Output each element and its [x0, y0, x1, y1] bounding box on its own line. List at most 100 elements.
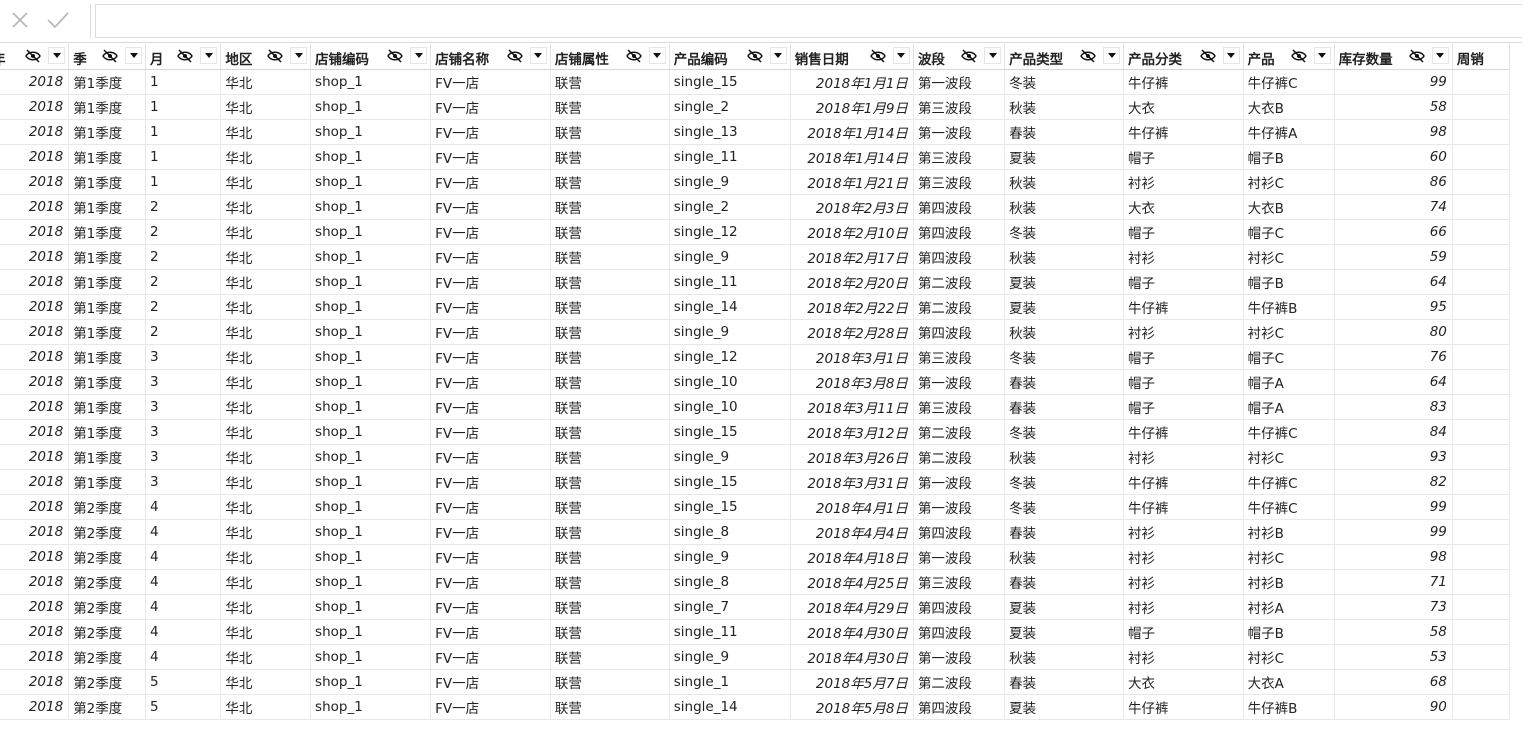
cell-year[interactable]: 2018	[0, 594, 70, 620]
cell-shop_type[interactable]: 联营	[550, 494, 670, 520]
cell-product_category[interactable]: 帽子	[1123, 369, 1244, 395]
cell-shop_type[interactable]: 联营	[550, 394, 670, 420]
cell-sale_date[interactable]: 2018年2月17日	[790, 244, 914, 270]
cell-week[interactable]	[1452, 244, 1511, 270]
cell-product[interactable]: 大衣A	[1243, 669, 1335, 695]
cell-region[interactable]: 华北	[220, 194, 312, 220]
cell-shop_type[interactable]: 联营	[550, 594, 670, 620]
cell-product[interactable]: 衬衫B	[1243, 519, 1335, 545]
cell-shop_code[interactable]: shop_1	[310, 569, 432, 595]
cell-stock_qty[interactable]: 83	[1334, 394, 1453, 420]
cell-region[interactable]: 华北	[220, 119, 312, 145]
cell-shop_code[interactable]: shop_1	[310, 69, 432, 95]
cell-month[interactable]: 2	[145, 219, 222, 245]
cell-product[interactable]: 衬衫A	[1243, 594, 1335, 620]
cell-product_type[interactable]: 冬装	[1004, 419, 1124, 445]
cell-season[interactable]: 第1季度	[68, 244, 147, 270]
cell-product[interactable]: 牛仔裤B	[1243, 694, 1335, 720]
cell-stock_qty[interactable]: 73	[1334, 594, 1453, 620]
cell-week[interactable]	[1452, 69, 1511, 95]
cell-product_category[interactable]: 牛仔裤	[1123, 419, 1244, 445]
cell-sale_date[interactable]: 2018年3月1日	[790, 344, 914, 370]
cell-shop_code[interactable]: shop_1	[310, 544, 432, 570]
cell-sale_date[interactable]: 2018年1月14日	[790, 119, 914, 145]
cell-shop_code[interactable]: shop_1	[310, 319, 432, 345]
cell-product_code[interactable]: single_15	[669, 469, 791, 495]
cell-region[interactable]: 华北	[220, 669, 312, 695]
cell-product_category[interactable]: 衬衫	[1123, 594, 1244, 620]
cell-product_type[interactable]: 夏装	[1004, 594, 1124, 620]
eye-slash-icon[interactable]	[1080, 49, 1096, 63]
cell-sale_date[interactable]: 2018年3月8日	[790, 369, 914, 395]
cell-season[interactable]: 第2季度	[68, 694, 147, 720]
cell-stock_qty[interactable]: 99	[1334, 494, 1453, 520]
cell-product_code[interactable]: single_11	[669, 269, 791, 295]
cell-product[interactable]: 衬衫C	[1243, 169, 1335, 195]
cell-month[interactable]: 2	[145, 319, 222, 345]
filter-dropdown-button[interactable]	[125, 47, 143, 64]
cell-region[interactable]: 华北	[220, 219, 312, 245]
cell-product_category[interactable]: 帽子	[1123, 269, 1244, 295]
cell-shop_type[interactable]: 联营	[550, 569, 670, 595]
cell-stock_qty[interactable]: 80	[1334, 319, 1453, 345]
cell-stock_qty[interactable]: 84	[1334, 419, 1453, 445]
cell-shop_code[interactable]: shop_1	[310, 394, 432, 420]
cell-wave[interactable]: 第一波段	[913, 119, 1006, 145]
cell-product[interactable]: 牛仔裤C	[1243, 469, 1335, 495]
cell-product_type[interactable]: 春装	[1004, 669, 1124, 695]
cell-product_category[interactable]: 帽子	[1123, 394, 1244, 420]
cell-product_type[interactable]: 冬装	[1004, 219, 1124, 245]
cell-shop_type[interactable]: 联营	[550, 669, 670, 695]
cell-product[interactable]: 牛仔裤A	[1243, 119, 1335, 145]
cell-stock_qty[interactable]: 53	[1334, 644, 1453, 670]
eye-slash-icon[interactable]	[1199, 49, 1216, 63]
cell-month[interactable]: 2	[145, 194, 222, 220]
cell-product[interactable]: 衬衫C	[1243, 244, 1335, 270]
cell-season[interactable]: 第2季度	[68, 594, 147, 620]
cell-shop_type[interactable]: 联营	[550, 169, 670, 195]
cell-shop_type[interactable]: 联营	[550, 519, 670, 545]
eye-slash-icon[interactable]	[746, 49, 763, 63]
filter-dropdown-button[interactable]	[410, 47, 428, 64]
cell-week[interactable]	[1452, 594, 1511, 620]
filter-dropdown-button[interactable]	[529, 47, 547, 64]
cell-product_category[interactable]: 牛仔裤	[1123, 469, 1244, 495]
cell-week[interactable]	[1452, 119, 1511, 145]
cell-week[interactable]	[1452, 544, 1511, 570]
column-header-month[interactable]: 月	[145, 44, 222, 70]
cell-month[interactable]: 3	[145, 394, 222, 420]
cell-product[interactable]: 帽子A	[1243, 394, 1335, 420]
cell-product_category[interactable]: 衬衫	[1123, 444, 1244, 470]
cell-product[interactable]: 帽子A	[1243, 369, 1335, 395]
cell-season[interactable]: 第2季度	[68, 544, 147, 570]
cell-month[interactable]: 1	[145, 69, 222, 95]
cell-sale_date[interactable]: 2018年3月26日	[790, 444, 914, 470]
cell-week[interactable]	[1452, 319, 1511, 345]
cell-shop_name[interactable]: FV一店	[430, 419, 551, 445]
cell-product_code[interactable]: single_10	[669, 394, 791, 420]
cell-year[interactable]: 2018	[0, 669, 70, 695]
cell-wave[interactable]: 第二波段	[913, 269, 1006, 295]
cell-product_type[interactable]: 秋装	[1004, 169, 1124, 195]
cell-shop_code[interactable]: shop_1	[310, 219, 432, 245]
cell-product_category[interactable]: 大衣	[1123, 194, 1244, 220]
cell-shop_code[interactable]: shop_1	[310, 344, 432, 370]
cell-product_category[interactable]: 牛仔裤	[1123, 69, 1244, 95]
column-header-stock_qty[interactable]: 库存数量	[1334, 44, 1453, 70]
cell-region[interactable]: 华北	[220, 519, 312, 545]
cell-sale_date[interactable]: 2018年2月20日	[790, 269, 914, 295]
cell-month[interactable]: 3	[145, 344, 222, 370]
cell-month[interactable]: 2	[145, 294, 222, 320]
cell-region[interactable]: 华北	[220, 394, 312, 420]
cell-product_code[interactable]: single_13	[669, 119, 791, 145]
cell-region[interactable]: 华北	[220, 444, 312, 470]
cell-shop_type[interactable]: 联营	[550, 144, 670, 170]
cell-region[interactable]: 华北	[220, 344, 312, 370]
cell-shop_name[interactable]: FV一店	[430, 619, 551, 645]
filter-dropdown-button[interactable]	[290, 47, 308, 64]
cell-product_type[interactable]: 冬装	[1004, 469, 1124, 495]
cell-product_code[interactable]: single_9	[669, 319, 791, 345]
cell-year[interactable]: 2018	[0, 194, 70, 220]
cell-stock_qty[interactable]: 86	[1334, 169, 1453, 195]
cell-year[interactable]: 2018	[0, 319, 70, 345]
